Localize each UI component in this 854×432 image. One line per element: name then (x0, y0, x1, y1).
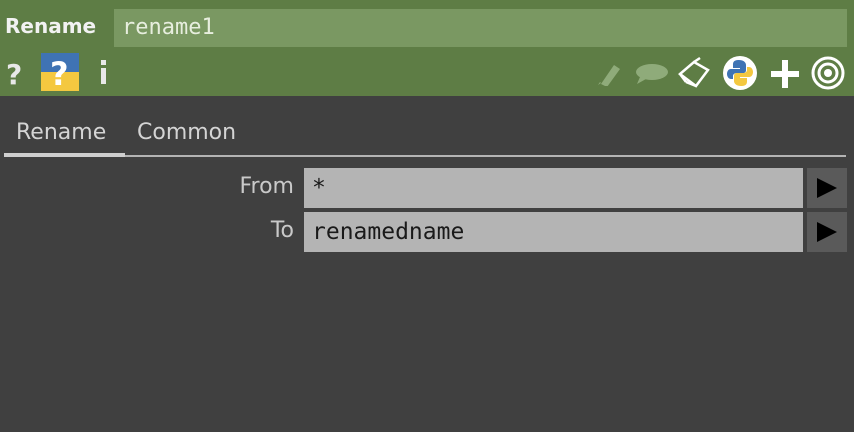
param-field-from[interactable]: * (304, 168, 803, 208)
active-tab-indicator (4, 153, 125, 157)
param-field-to[interactable]: renamedname (304, 212, 803, 252)
python-help-icon[interactable]: ? (41, 53, 79, 91)
operator-type-label: Rename (5, 14, 97, 38)
param-expand-button-to[interactable] (807, 212, 847, 252)
play-arrow-icon (817, 222, 837, 242)
info-icon[interactable] (96, 57, 112, 89)
help-icon[interactable]: ? (4, 57, 26, 89)
operator-name-field[interactable]: rename1 (114, 9, 847, 47)
tab-divider (4, 155, 846, 157)
svg-text:?: ? (50, 55, 69, 91)
operator-header: Rename rename1 ? ? (0, 0, 854, 96)
tab-common[interactable]: Common (137, 120, 236, 145)
param-label-from: From (239, 174, 294, 199)
svg-text:?: ? (6, 58, 22, 89)
play-arrow-icon (817, 178, 837, 198)
parameter-tabs: Rename Common (4, 112, 846, 158)
pencil-icon[interactable] (594, 60, 622, 86)
python-icon[interactable] (722, 55, 758, 91)
plus-icon[interactable] (770, 59, 800, 89)
param-label-to: To (270, 218, 294, 243)
comment-bubble-icon[interactable] (634, 62, 670, 86)
param-expand-button-from[interactable] (807, 168, 847, 208)
target-icon[interactable] (810, 55, 846, 91)
tab-rename[interactable]: Rename (16, 120, 106, 145)
clone-icon[interactable] (676, 56, 714, 90)
